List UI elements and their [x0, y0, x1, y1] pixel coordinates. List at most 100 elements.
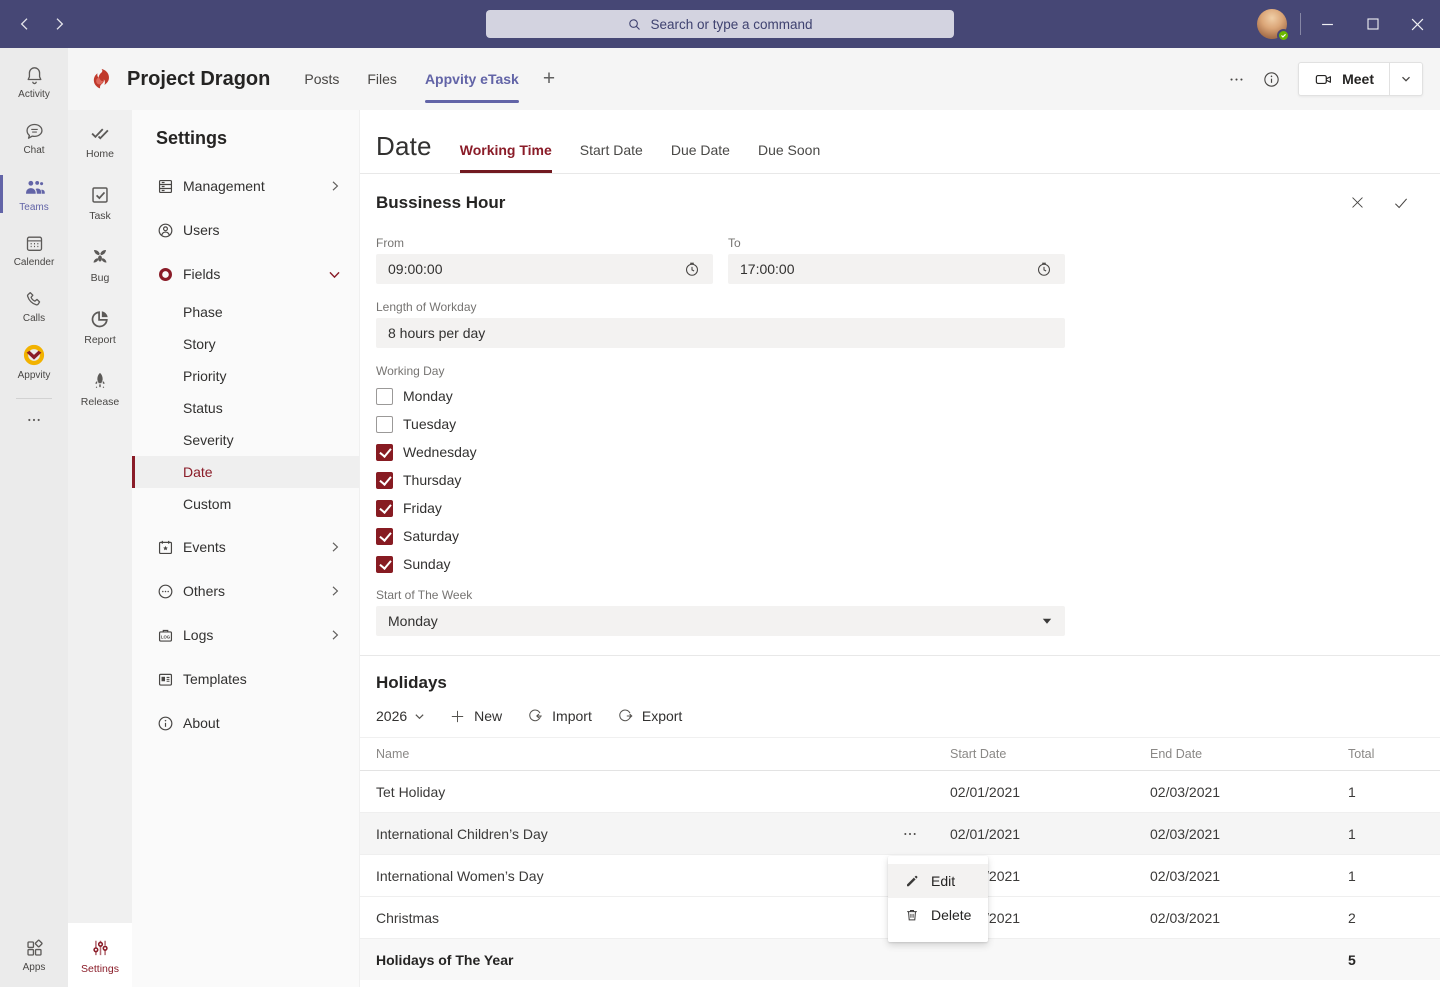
week-start-dropdown[interactable]: Monday	[376, 606, 1065, 636]
day-checkbox-friday[interactable]: Friday	[376, 494, 1440, 522]
nav-item-report[interactable]: Report	[68, 296, 132, 358]
nav-item-release[interactable]: Release	[68, 358, 132, 420]
holiday-start-date: 02/01/2021	[950, 784, 1150, 800]
checkbox[interactable]	[376, 528, 393, 545]
team-logo-icon	[88, 66, 115, 93]
menu-item-label: Edit	[931, 873, 955, 889]
sidebar-item-status[interactable]: Status	[132, 392, 359, 424]
tab-start-date[interactable]: Start Date	[580, 142, 643, 173]
day-checkbox-monday[interactable]: Monday	[376, 382, 1440, 410]
tab-appvity-etask[interactable]: Appvity eTask	[425, 48, 519, 110]
checkbox[interactable]	[376, 444, 393, 461]
back-icon[interactable]	[14, 13, 36, 35]
from-time-field[interactable]: 09:00:00	[376, 254, 713, 284]
cancel-icon[interactable]	[1349, 194, 1366, 212]
tab-working-time[interactable]: Working Time	[460, 142, 552, 173]
chevron-down-icon	[414, 711, 425, 722]
sidebar-item-label: Templates	[183, 671, 247, 687]
video-camera-icon	[1314, 70, 1333, 89]
tab-posts[interactable]: Posts	[304, 48, 339, 110]
clock-icon[interactable]	[683, 260, 701, 278]
avatar[interactable]	[1257, 9, 1287, 39]
forward-icon[interactable]	[48, 13, 70, 35]
holiday-total: 1	[1348, 826, 1440, 842]
new-holiday-button[interactable]: New	[449, 708, 502, 725]
nav-item-home[interactable]: Home	[68, 110, 132, 172]
sidebar-item-apps[interactable]: Apps	[0, 927, 68, 983]
search-placeholder: Search or type a command	[650, 17, 812, 32]
sidebar-item-label: Calls	[23, 313, 45, 324]
checkbox[interactable]	[376, 472, 393, 489]
sidebar-item-label: Activity	[18, 89, 50, 100]
nav-item-settings[interactable]: Settings	[68, 923, 132, 987]
sidebar-item-users[interactable]: Users	[132, 208, 359, 252]
sidebar-item-events[interactable]: Events	[132, 525, 359, 569]
sidebar-item-fields[interactable]: Fields	[132, 252, 359, 296]
more-apps-icon[interactable]	[0, 403, 68, 437]
year-dropdown[interactable]: 2026	[376, 708, 425, 724]
day-label: Monday	[403, 388, 453, 404]
sidebar-item-severity[interactable]: Severity	[132, 424, 359, 456]
search-input[interactable]: Search or type a command	[486, 10, 954, 38]
nav-item-bug[interactable]: Bug	[68, 234, 132, 296]
sidebar-item-custom[interactable]: Custom	[132, 488, 359, 520]
sidebar-item-label: Appvity	[18, 370, 51, 381]
workday-length-field[interactable]: 8 hours per day	[376, 318, 1065, 348]
tab-due-date[interactable]: Due Date	[671, 142, 730, 173]
meet-button[interactable]: Meet	[1299, 63, 1389, 95]
export-button-label: Export	[642, 708, 682, 724]
sidebar-item-management[interactable]: Management	[132, 164, 359, 208]
phone-icon	[24, 289, 45, 310]
tab-files[interactable]: Files	[367, 48, 397, 110]
tab-due-soon[interactable]: Due Soon	[758, 142, 820, 173]
week-start-value: Monday	[388, 613, 438, 629]
sidebar-item-story[interactable]: Story	[132, 328, 359, 360]
day-checkbox-wednesday[interactable]: Wednesday	[376, 438, 1440, 466]
day-checkbox-sunday[interactable]: Sunday	[376, 550, 1440, 578]
checkbox[interactable]	[376, 388, 393, 405]
to-time-field[interactable]: 17:00:00	[728, 254, 1065, 284]
meet-dropdown-button[interactable]	[1389, 63, 1422, 95]
table-row[interactable]: Tet Holiday 02/01/2021 02/03/2021 1	[360, 771, 1440, 813]
sidebar-item-about[interactable]: About	[132, 701, 359, 745]
checkbox[interactable]	[376, 416, 393, 433]
row-more-icon[interactable]	[902, 826, 918, 842]
about-info-icon	[156, 714, 175, 733]
close-button[interactable]	[1395, 0, 1440, 48]
teams-titlebar: Search or type a command	[0, 0, 1440, 48]
sidebar-item-teams[interactable]: Teams	[0, 166, 68, 222]
sidebar-item-logs[interactable]: LOG Logs	[132, 613, 359, 657]
holiday-total: 1	[1348, 868, 1440, 884]
menu-item-edit[interactable]: Edit	[888, 864, 988, 898]
day-checkbox-saturday[interactable]: Saturday	[376, 522, 1440, 550]
clock-icon[interactable]	[1035, 260, 1053, 278]
sidebar-item-chat[interactable]: Chat	[0, 110, 68, 166]
sidebar-item-date[interactable]: Date	[132, 456, 359, 488]
checkbox[interactable]	[376, 500, 393, 517]
sidebar-item-calendar[interactable]: Calender	[0, 222, 68, 278]
save-check-icon[interactable]	[1392, 194, 1410, 212]
add-tab-button[interactable]: +	[543, 67, 555, 91]
minimize-button[interactable]	[1305, 0, 1350, 48]
sidebar-item-phase[interactable]: Phase	[132, 296, 359, 328]
more-options-icon[interactable]	[1228, 71, 1245, 88]
day-checkbox-tuesday[interactable]: Tuesday	[376, 410, 1440, 438]
menu-item-delete[interactable]: Delete	[888, 898, 988, 932]
column-header-name: Name	[376, 747, 950, 761]
checkbox[interactable]	[376, 556, 393, 573]
settings-sliders-icon	[89, 936, 112, 959]
sidebar-item-priority[interactable]: Priority	[132, 360, 359, 392]
maximize-button[interactable]	[1350, 0, 1395, 48]
sidebar-item-calls[interactable]: Calls	[0, 278, 68, 334]
table-row[interactable]: International Children’s Day 02/01/2021 …	[360, 813, 1440, 855]
sidebar-item-appvity[interactable]: Appvity	[0, 334, 68, 390]
info-icon[interactable]	[1262, 70, 1281, 89]
day-checkbox-thursday[interactable]: Thursday	[376, 466, 1440, 494]
nav-item-task[interactable]: Task	[68, 172, 132, 234]
sidebar-item-activity[interactable]: Activity	[0, 54, 68, 110]
import-button[interactable]: Import	[526, 707, 592, 725]
sidebar-item-templates[interactable]: Templates	[132, 657, 359, 701]
sidebar-item-others[interactable]: Others	[132, 569, 359, 613]
plus-icon	[449, 708, 466, 725]
export-button[interactable]: Export	[616, 707, 682, 725]
